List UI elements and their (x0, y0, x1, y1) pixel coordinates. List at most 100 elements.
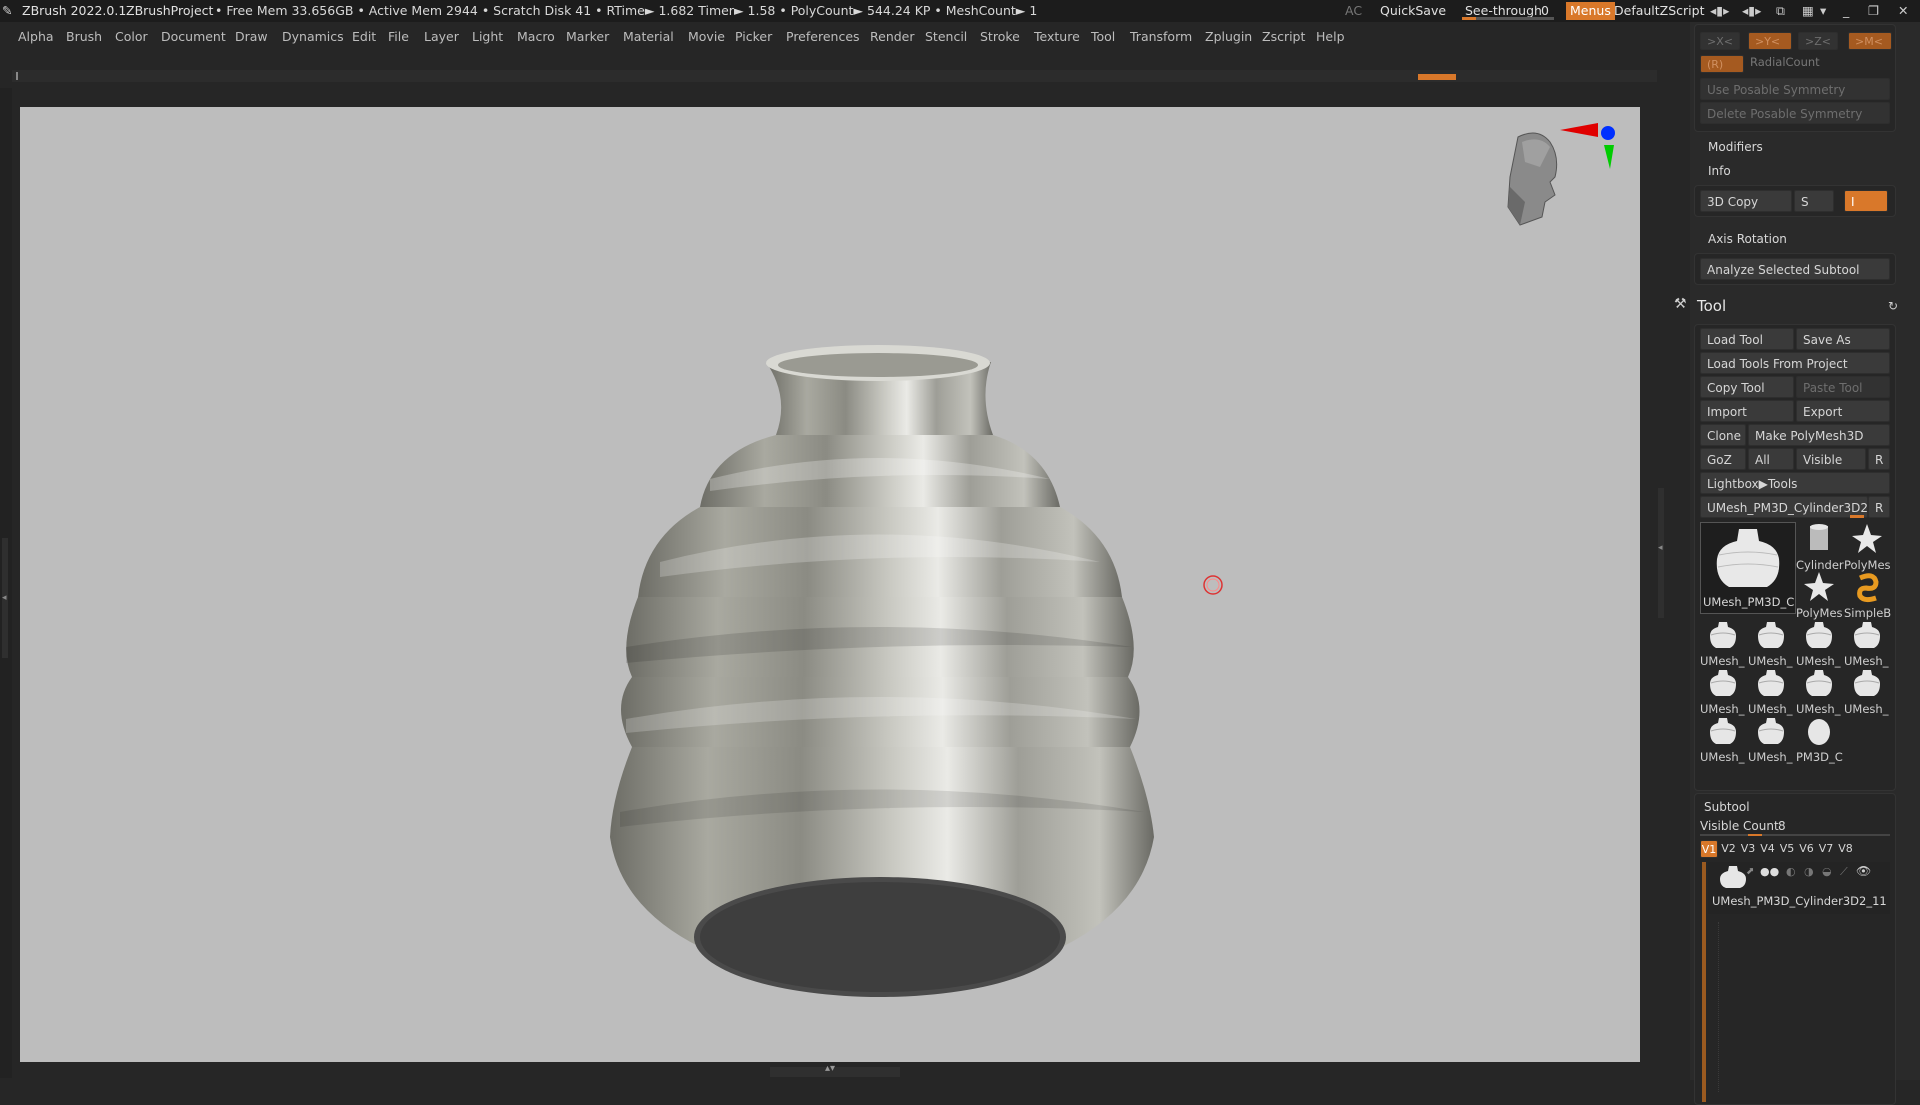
modifiers-header[interactable]: Modifiers (1708, 140, 1763, 154)
subtool-scrollbar[interactable] (1702, 862, 1706, 1102)
menu-preferences[interactable]: Preferences (786, 22, 860, 52)
expand-right-icon[interactable]: ◂ (1658, 543, 1663, 553)
export-button[interactable]: Export (1796, 400, 1890, 422)
load-tool-button[interactable]: Load Tool (1700, 328, 1794, 350)
tool-thumbnail[interactable]: UMesh_ (1796, 618, 1842, 668)
menu-document[interactable]: Document (161, 22, 226, 52)
menu-layer[interactable]: Layer (424, 22, 459, 52)
symmetry-x-button[interactable]: >X< (1700, 32, 1740, 50)
menu-brush[interactable]: Brush (66, 22, 102, 52)
tool-thumbnail[interactable]: UMesh_ (1796, 666, 1842, 716)
axis-rotation-header[interactable]: Axis Rotation (1708, 232, 1787, 246)
analyze-selected-subtool-button[interactable]: Analyze Selected Subtool (1700, 258, 1890, 280)
subtool-toggle-icon[interactable]: ●● (1760, 865, 1779, 878)
tool-thumbnail[interactable]: SimpleB (1844, 570, 1891, 620)
use-posable-symmetry-button[interactable]: Use Posable Symmetry (1700, 78, 1890, 100)
subtool-visibility-icon[interactable]: 👁 (1856, 864, 1871, 878)
subtool-visibility-set-v6[interactable]: V6 (1798, 840, 1816, 858)
menu-texture[interactable]: Texture (1034, 22, 1080, 52)
delete-posable-symmetry-button[interactable]: Delete Posable Symmetry (1700, 102, 1890, 124)
subtool-item[interactable]: ⬈ ●● ◐ ◑ ◒ ⟋ 👁 UMesh_PM3D_Cylinder3D2_11 (1708, 862, 1890, 914)
navigation-head-gizmo[interactable] (1507, 132, 1558, 226)
expand-left-icon[interactable]: ◂ (2, 593, 7, 603)
ac-label[interactable]: AC (1345, 0, 1362, 22)
menu-material[interactable]: Material (623, 22, 674, 52)
menu-movie[interactable]: Movie (688, 22, 725, 52)
symmetry-radial-button[interactable]: (R) (1700, 55, 1744, 73)
refresh-icon[interactable]: ↻ (1888, 299, 1898, 313)
menu-alpha[interactable]: Alpha (18, 22, 54, 52)
symmetry-z-button[interactable]: >Z< (1798, 32, 1838, 50)
subtool-lock-icon[interactable]: ◑ (1804, 865, 1814, 878)
tool-thumbnail[interactable]: Cylinder (1796, 522, 1844, 572)
subtool-color-icon[interactable]: ◒ (1822, 865, 1832, 878)
close-icon[interactable]: ✕ (1898, 0, 1908, 22)
layout-icon-2[interactable]: ◂▮▸ (1742, 0, 1761, 22)
subtool-polypaint-icon[interactable]: ⬈ (1746, 866, 1754, 877)
canvas-viewport[interactable] (20, 107, 1640, 1062)
tool-thumbnail[interactable]: UMesh_ (1748, 618, 1794, 668)
menu-light[interactable]: Light (472, 22, 503, 52)
subtool-visibility-set-v1[interactable]: V1 (1700, 840, 1718, 858)
load-tools-from-project-button[interactable]: Load Tools From Project (1700, 352, 1890, 374)
save-as-button[interactable]: Save As (1796, 328, 1890, 350)
tool-thumbnail[interactable]: PolyMes (1844, 522, 1891, 572)
layout-icon[interactable]: ◂▮▸ (1710, 0, 1729, 22)
radial-count-slider[interactable]: RadialCount (1750, 55, 1820, 69)
menu-zplugin[interactable]: Zplugin (1205, 22, 1252, 52)
grid-icon[interactable]: ▦ (1802, 0, 1814, 22)
subtool-header[interactable]: Subtool (1704, 800, 1750, 814)
menu-marker[interactable]: Marker (566, 22, 609, 52)
menu-edit[interactable]: Edit (352, 22, 376, 52)
tool-thumbnail[interactable]: UMesh_ (1844, 666, 1890, 716)
project-name[interactable]: ZBrushProject (126, 0, 213, 22)
menu-tool[interactable]: Tool (1091, 22, 1115, 52)
import-button[interactable]: Import (1700, 400, 1794, 422)
lightbox-tools-button[interactable]: Lightbox▶Tools (1700, 472, 1890, 494)
subtool-visibility-set-v7[interactable]: V7 (1817, 840, 1835, 858)
goz-all-button[interactable]: All (1748, 448, 1794, 470)
paste-tool-button[interactable]: Paste Tool (1796, 376, 1890, 398)
copy-tool-button[interactable]: Copy Tool (1700, 376, 1794, 398)
symmetry-m-button[interactable]: >M< (1848, 32, 1892, 50)
tool-thumbnail[interactable]: UMesh_ (1700, 714, 1746, 764)
maximize-icon[interactable]: ❐ (1868, 0, 1879, 22)
tool-thumbnail[interactable]: UMesh_ (1700, 618, 1746, 668)
menu-stencil[interactable]: Stencil (925, 22, 967, 52)
symmetry-y-button[interactable]: >Y< (1748, 32, 1792, 50)
menu-picker[interactable]: Picker (735, 22, 772, 52)
menu-transform[interactable]: Transform (1130, 22, 1192, 52)
menus-toggle[interactable]: Menus (1566, 2, 1615, 20)
subtool-brush-icon[interactable]: ⟋ (1840, 865, 1848, 879)
tool-thumbnail[interactable]: UMesh_ (1844, 618, 1890, 668)
clone-button[interactable]: Clone (1700, 424, 1746, 446)
make-polymesh3d-button[interactable]: Make PolyMesh3D (1748, 424, 1890, 446)
copy-s-button[interactable]: S (1794, 190, 1834, 212)
axis-gizmo[interactable] (1560, 123, 1615, 169)
subtool-visibility-set-v5[interactable]: V5 (1778, 840, 1796, 858)
menu-zscript[interactable]: Zscript (1262, 22, 1305, 52)
copy-i-button[interactable]: I (1844, 190, 1888, 212)
right-tray-handle[interactable] (1658, 488, 1664, 618)
goz-r-button[interactable]: R (1868, 448, 1890, 470)
tool-thumbnail[interactable]: PolyMes (1796, 570, 1843, 620)
tool-thumbnail[interactable]: UMesh_ (1748, 666, 1794, 716)
menu-macro[interactable]: Macro (517, 22, 555, 52)
current-tool-slider[interactable]: UMesh_PM3D_Cylinder3D2_1 (1700, 496, 1868, 518)
3d-copy-button[interactable]: 3D Copy (1700, 190, 1792, 212)
goz-button[interactable]: GoZ (1700, 448, 1746, 470)
subtool-visibility-set-v2[interactable]: V2 (1720, 840, 1738, 858)
menu-color[interactable]: Color (115, 22, 148, 52)
dropdown-icon[interactable]: ▾ (1820, 0, 1826, 22)
subtool-visibility-set-v3[interactable]: V3 (1739, 840, 1757, 858)
minimize-icon[interactable]: _ (1843, 0, 1849, 22)
expand-bottom-icon[interactable]: ▴▾ (825, 1063, 835, 1074)
current-tool-thumbnail[interactable]: UMesh_PM3D_C (1700, 522, 1796, 614)
menu-dynamics[interactable]: Dynamics (282, 22, 344, 52)
menu-help[interactable]: Help (1316, 22, 1345, 52)
tool-palette-icon[interactable]: ⚒ (1674, 296, 1687, 312)
current-tool-r-button[interactable]: R (1868, 496, 1890, 518)
vase-mesh[interactable] (610, 345, 1154, 997)
menu-file[interactable]: File (388, 22, 409, 52)
window-icon[interactable]: ⧉ (1776, 0, 1785, 22)
